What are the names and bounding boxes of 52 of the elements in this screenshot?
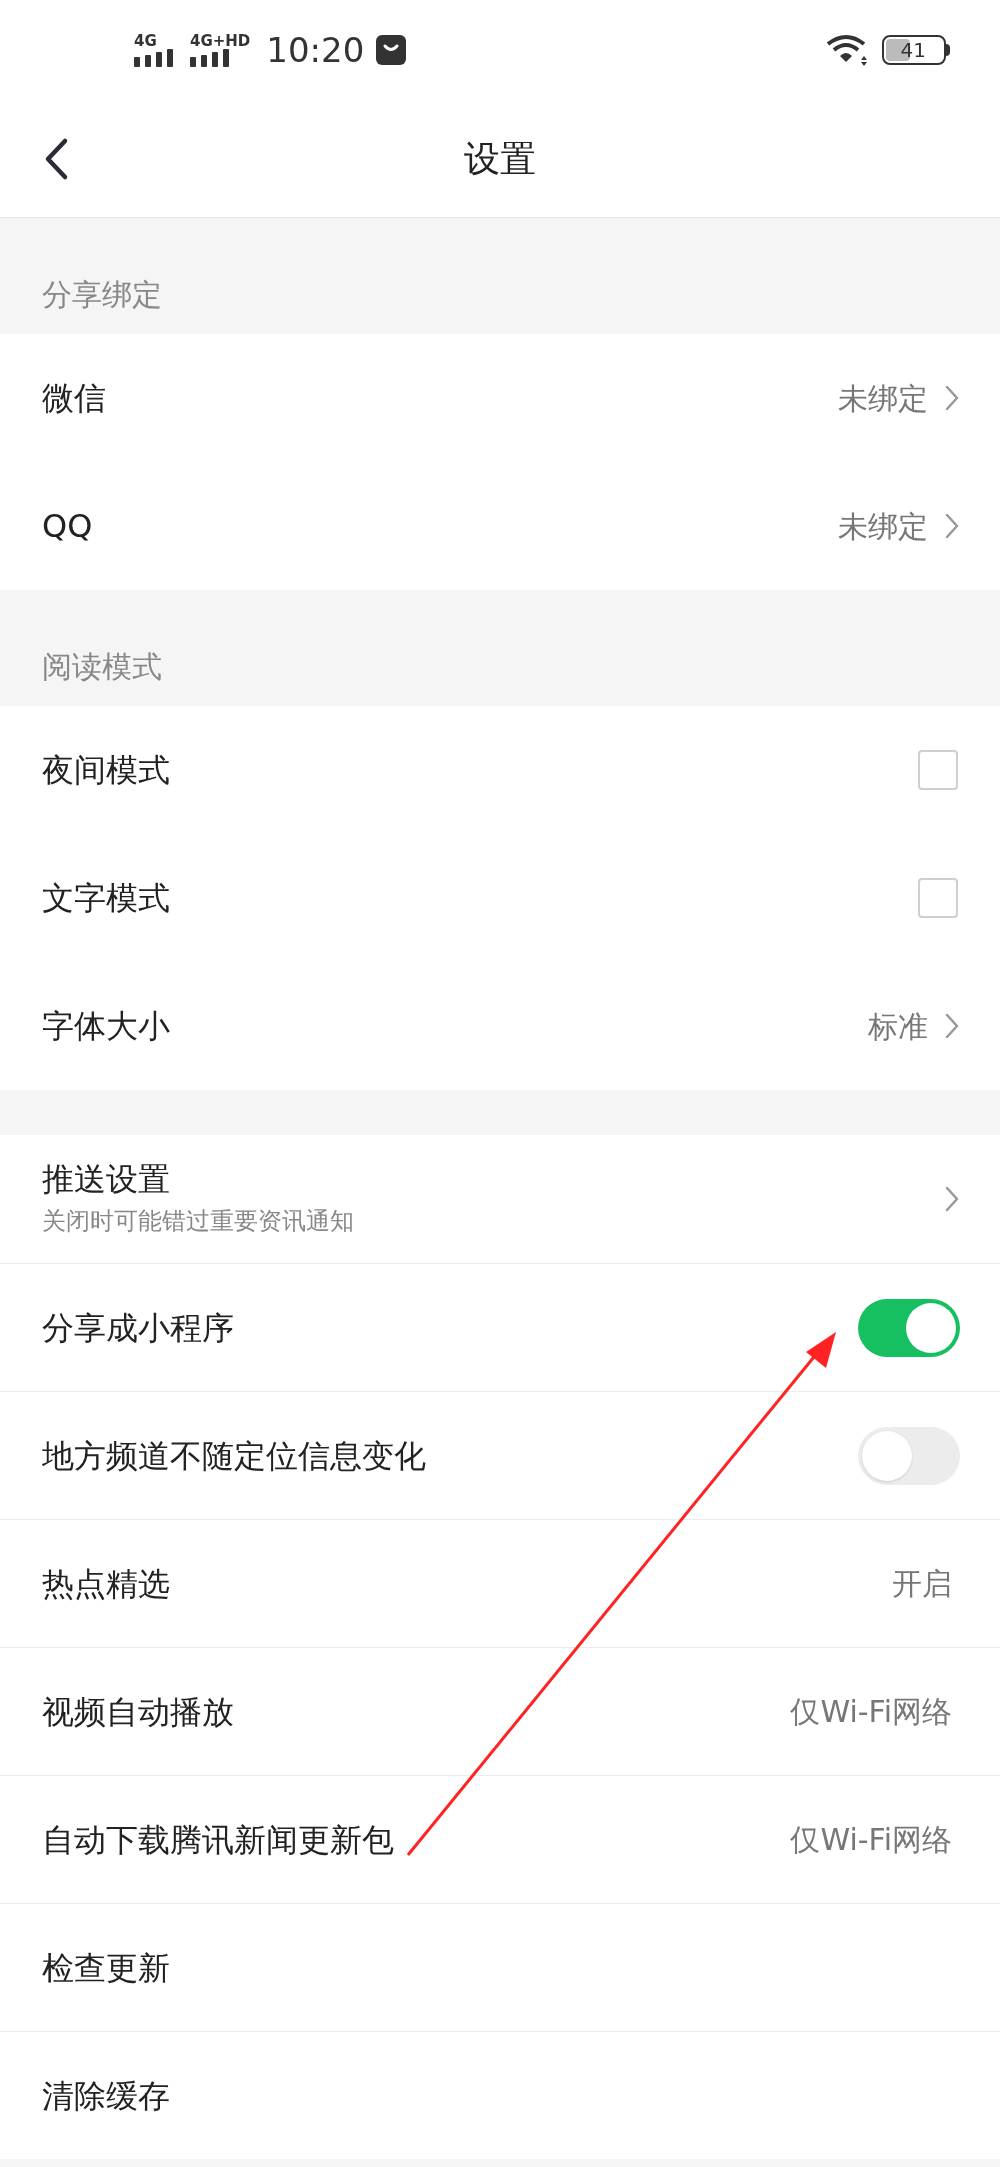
section-header: 阅读模式 (42, 647, 162, 686)
setting-label: 检查更新 (42, 1947, 171, 1988)
settings-row[interactable]: QQ 未绑定 (0, 462, 1000, 590)
setting-label: 夜间模式 (42, 750, 171, 790)
clock: 10:20 (266, 28, 365, 72)
chevron-right-icon (944, 1185, 960, 1213)
setting-label: 地方频道不随定位信息变化 (42, 1435, 427, 1476)
setting-value: 仅Wi-Fi网络 (790, 1693, 952, 1731)
setting-label: 清除缓存 (42, 2075, 171, 2116)
setting-value: 未绑定 (838, 507, 928, 546)
network-label: 4G+HD (190, 33, 251, 49)
section-header: 分享绑定 (42, 275, 162, 314)
signal-icon (134, 48, 174, 67)
settings-row[interactable]: 微信 未绑定 (0, 334, 1000, 462)
setting-value: 标准 (868, 1007, 928, 1046)
setting-label: 分享成小程序 (42, 1307, 235, 1348)
setting-label: 推送设置 (42, 1159, 171, 1199)
setting-value: 开启 (892, 1565, 952, 1603)
checkbox[interactable] (918, 750, 958, 790)
setting-description: 关闭时可能错过重要资讯通知 (42, 1206, 355, 1237)
page-title: 设置 (464, 136, 536, 181)
setting-label: 微信 (42, 378, 107, 418)
setting-label: 自动下载腾讯新闻更新包 (42, 1819, 395, 1860)
network-label: 4G (134, 33, 157, 49)
settings-row[interactable]: 自动下载腾讯新闻更新包 仅Wi-Fi网络 (0, 1775, 1000, 1903)
settings-row[interactable]: 地方频道不随定位信息变化 (0, 1391, 1000, 1519)
shopping-bag-icon (376, 35, 407, 65)
settings-row[interactable]: 视频自动播放 仅Wi-Fi网络 (0, 1647, 1000, 1775)
signal-icon (190, 48, 230, 67)
chevron-right-icon (944, 384, 960, 412)
checkbox[interactable] (918, 878, 958, 918)
settings-row[interactable]: 分享成小程序 (0, 1263, 1000, 1391)
setting-label: 热点精选 (42, 1563, 171, 1604)
setting-value: 未绑定 (838, 379, 928, 418)
setting-label: 文字模式 (42, 878, 171, 918)
settings-row[interactable]: 文字模式 (0, 834, 1000, 962)
settings-row[interactable]: 推送设置 关闭时可能错过重要资讯通知 (0, 1135, 1000, 1263)
settings-row[interactable]: 字体大小 标准 (0, 962, 1000, 1090)
settings-row[interactable]: 热点精选 开启 (0, 1519, 1000, 1647)
settings-row[interactable]: 清除缓存 (0, 2031, 1000, 2159)
setting-label: QQ (42, 506, 94, 546)
settings-row[interactable]: 夜间模式 (0, 706, 1000, 834)
wifi-icon (826, 34, 870, 66)
settings-row[interactable]: 检查更新 (0, 1903, 1000, 2031)
chevron-right-icon (944, 512, 960, 540)
toggle-switch[interactable] (858, 1298, 960, 1357)
battery-icon (882, 35, 950, 65)
chevron-right-icon (944, 1012, 960, 1040)
battery-level: 41 (900, 40, 926, 60)
setting-label: 视频自动播放 (42, 1691, 235, 1732)
setting-value: 仅Wi-Fi网络 (790, 1821, 952, 1859)
setting-label: 字体大小 (42, 1006, 171, 1046)
